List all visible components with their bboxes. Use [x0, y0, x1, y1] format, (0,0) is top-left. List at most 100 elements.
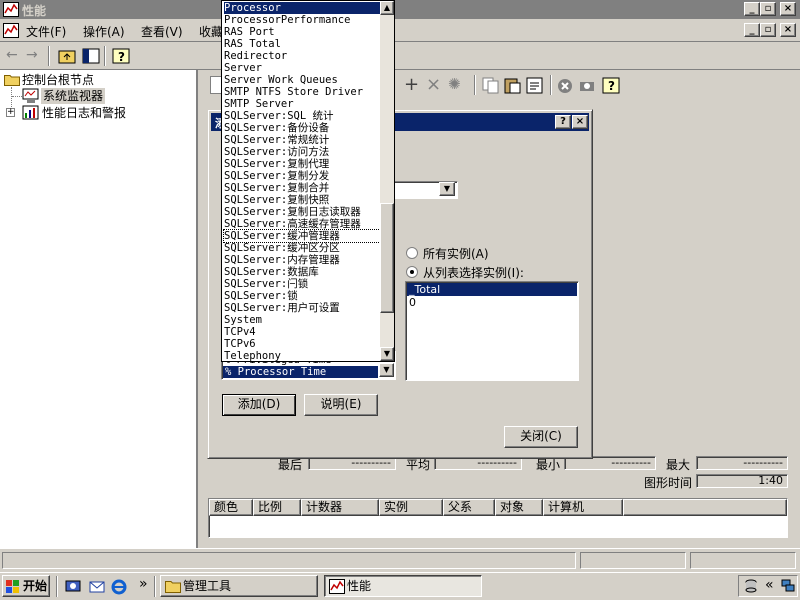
legend-column-header[interactable]: 比例: [253, 499, 301, 516]
tray-chevron[interactable]: «: [765, 577, 774, 593]
minimize-button[interactable]: _: [744, 2, 760, 16]
instance-item-0[interactable]: 0: [407, 296, 577, 309]
sql-server-tray-icon[interactable]: [743, 578, 759, 594]
dialog-close-action-button[interactable]: 关闭(C): [504, 426, 578, 448]
child-minimize-button[interactable]: _: [744, 23, 760, 37]
dropdown-item[interactable]: SQLServer:复制合并: [224, 182, 380, 194]
close-button[interactable]: ×: [780, 2, 796, 16]
instance-item-total[interactable]: _Total: [407, 283, 577, 296]
object-combobox-arrow[interactable]: ▼: [439, 182, 455, 196]
dropdown-item[interactable]: SQLServer:复制代理: [224, 158, 380, 170]
up-folder-icon[interactable]: [58, 48, 76, 64]
taskbar-separator: [154, 576, 156, 597]
network-tray-icon[interactable]: [781, 579, 795, 593]
counter-list-scroll-down[interactable]: ▼: [379, 363, 394, 377]
dropdown-item[interactable]: TCPv6: [224, 338, 380, 350]
radio-select-instances-label[interactable]: 从列表选择实例(I):: [423, 264, 524, 281]
show-desktop-icon[interactable]: [65, 579, 81, 595]
dropdown-scroll-down[interactable]: ▼: [380, 347, 394, 361]
help-icon[interactable]: ?: [112, 48, 130, 64]
dropdown-item[interactable]: Server: [224, 62, 380, 74]
tree-item-system-monitor[interactable]: 系统监视器: [41, 88, 106, 104]
dropdown-item[interactable]: SQLServer:访问方法: [224, 146, 380, 158]
maximize-button[interactable]: ▫: [760, 2, 776, 16]
legend-column-header[interactable]: 计算机: [543, 499, 623, 516]
dialog-help-button[interactable]: ?: [555, 115, 571, 129]
internet-explorer-icon[interactable]: [111, 579, 127, 595]
taskbar-item-performance[interactable]: 性能: [324, 575, 482, 597]
dropdown-item[interactable]: System: [224, 314, 380, 326]
dropdown-item[interactable]: SMTP NTFS Store Driver: [224, 86, 380, 98]
dropdown-item[interactable]: SQLServer:备份设备: [224, 122, 380, 134]
dropdown-item[interactable]: SQLServer:复制分发: [224, 170, 380, 182]
start-button[interactable]: 开始: [2, 575, 50, 597]
show-hide-tree-icon[interactable]: [82, 48, 100, 64]
legend-column-header[interactable]: 父系: [443, 499, 495, 516]
dropdown-item[interactable]: SMTP Server: [224, 98, 380, 110]
expand-toggle[interactable]: +: [6, 108, 15, 117]
legend-column-header[interactable]: 颜色: [209, 499, 253, 516]
dropdown-item[interactable]: SQLServer:缓冲管理器: [223, 229, 381, 243]
monitor-help-icon[interactable]: ?: [602, 77, 620, 94]
dropdown-item[interactable]: TCPv4: [224, 326, 380, 338]
dropdown-item[interactable]: SQLServer:锁: [224, 290, 380, 302]
dropdown-item[interactable]: SQLServer:复制快照: [224, 194, 380, 206]
paste-icon[interactable]: [504, 77, 522, 94]
child-maximize-button[interactable]: ▫: [760, 23, 776, 37]
dropdown-item[interactable]: ProcessorPerformance: [224, 14, 380, 26]
dropdown-item[interactable]: Redirector: [224, 50, 380, 62]
delete-counter-icon[interactable]: ×: [426, 74, 441, 95]
dropdown-item[interactable]: SQLServer:数据库: [224, 266, 380, 278]
radio-all-instances-label[interactable]: 所有实例(A): [423, 245, 489, 262]
menu-favorites[interactable]: 收藏: [199, 23, 223, 40]
radio-all-instances[interactable]: [406, 247, 418, 259]
menu-view[interactable]: 查看(V): [141, 23, 183, 40]
legend-column-header[interactable]: 计数器: [301, 499, 379, 516]
tree-item-perf-logs[interactable]: 性能日志和警报: [42, 105, 126, 121]
dropdown-scroll-up[interactable]: ▲: [380, 1, 394, 15]
back-arrow-icon[interactable]: ←: [6, 47, 18, 63]
legend-column-header[interactable]: 实例: [379, 499, 443, 516]
dropdown-item[interactable]: SQLServer:内存管理器: [224, 254, 380, 266]
dropdown-item[interactable]: Processor: [224, 2, 380, 14]
dropdown-item[interactable]: SQLServer:缓冲区分区: [224, 242, 380, 254]
child-close-button[interactable]: ×: [780, 23, 796, 37]
dropdown-item[interactable]: SQLServer:SQL 统计: [224, 110, 380, 122]
forward-arrow-icon[interactable]: →: [26, 47, 38, 63]
dropdown-item[interactable]: SQLServer:用户可设置: [224, 302, 380, 314]
quicklaunch-overflow[interactable]: »: [139, 576, 148, 592]
dropdown-item[interactable]: RAS Total: [224, 38, 380, 50]
explain-button[interactable]: 说明(E): [304, 394, 378, 416]
performance-object-dropdown-list[interactable]: Processor ProcessorPerformance RAS Port RAS…: [221, 0, 395, 362]
dropdown-item[interactable]: SQLServer:常规统计: [224, 134, 380, 146]
object-combobox[interactable]: ▼: [392, 181, 458, 199]
title-bar[interactable]: 性能 _ ▫ ×: [0, 0, 800, 19]
add-counter-icon[interactable]: +: [404, 74, 419, 95]
radio-select-instances[interactable]: [406, 266, 418, 278]
properties-icon[interactable]: [526, 77, 544, 94]
outlook-express-icon[interactable]: [89, 579, 105, 595]
copy-icon[interactable]: [482, 77, 500, 94]
console-icon[interactable]: [3, 23, 19, 38]
dropdown-scrollbar[interactable]: ▲ ▼: [380, 1, 394, 361]
instance-list[interactable]: _Total 0: [405, 281, 579, 381]
dropdown-item[interactable]: SQLServer:复制日志读取器: [224, 206, 380, 218]
taskbar-item-admin-tools[interactable]: 管理工具: [160, 575, 318, 597]
dropdown-item[interactable]: Telephony: [224, 350, 380, 362]
legend-column-header[interactable]: 对象: [495, 499, 543, 516]
tree-root[interactable]: 控制台根节点: [22, 72, 94, 88]
dropdown-scroll-thumb[interactable]: [380, 203, 394, 313]
toolbar-separator: [474, 75, 476, 95]
menu-action[interactable]: 操作(A): [83, 23, 125, 40]
add-button[interactable]: 添加(D): [222, 394, 296, 416]
counter-item-processor-time[interactable]: % Processor Time: [223, 366, 378, 378]
dropdown-item[interactable]: SQLServer:闩锁: [224, 278, 380, 290]
dropdown-item[interactable]: Server Work Queues: [224, 74, 380, 86]
dropdown-item[interactable]: RAS Port: [224, 26, 380, 38]
dialog-close-button[interactable]: ×: [572, 115, 588, 129]
update-data-icon[interactable]: [578, 77, 596, 94]
highlight-icon[interactable]: ✺: [448, 75, 461, 93]
menu-file[interactable]: 文件(F): [26, 23, 66, 40]
freeze-display-icon[interactable]: [556, 77, 574, 94]
dropdown-item[interactable]: SQLServer:高速缓存管理器: [224, 218, 380, 230]
